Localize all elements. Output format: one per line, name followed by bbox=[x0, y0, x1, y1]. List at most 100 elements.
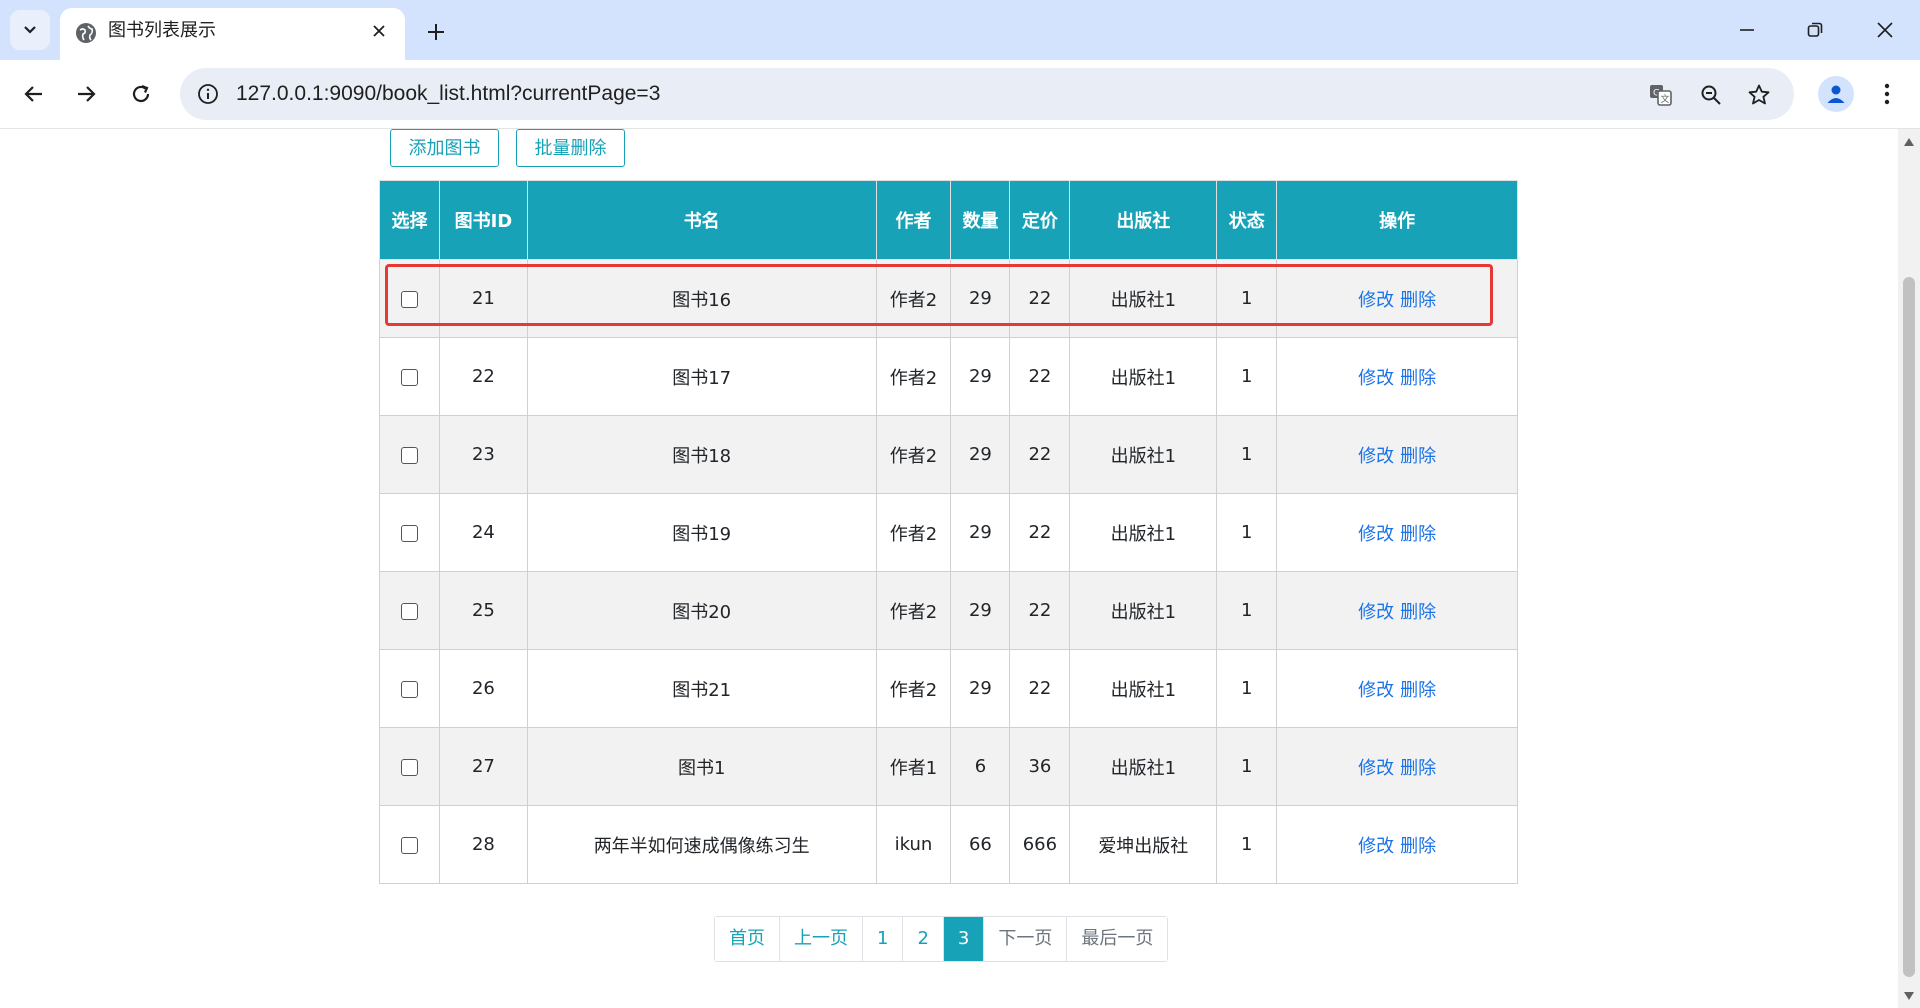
chevron-down-icon bbox=[24, 26, 36, 34]
price-cell: 22 bbox=[1009, 649, 1071, 728]
header-status: 状态 bbox=[1216, 180, 1278, 260]
zoom-button[interactable] bbox=[1696, 80, 1726, 110]
book-name-cell: 图书1 bbox=[526, 727, 877, 806]
table-row: 25 图书20 作者2 29 22 出版社1 1 修改 删除 bbox=[379, 571, 1518, 650]
delete-link[interactable]: 删除 bbox=[1400, 446, 1436, 467]
new-tab-button[interactable] bbox=[418, 14, 454, 50]
book-table: 选择 图书ID 书名 作者 数量 定价 出版社 状态 操作 21 图书16 作者… bbox=[379, 180, 1518, 884]
author-cell: 作者2 bbox=[875, 337, 952, 416]
table-row: 22 图书17 作者2 29 22 出版社1 1 修改 删除 bbox=[379, 337, 1518, 416]
delete-link[interactable]: 删除 bbox=[1400, 680, 1436, 701]
translate-button[interactable]: G文 bbox=[1646, 80, 1676, 110]
close-window-button[interactable] bbox=[1860, 8, 1910, 52]
edit-link[interactable]: 修改 bbox=[1358, 368, 1394, 389]
book-id-cell: 24 bbox=[438, 493, 528, 572]
back-button[interactable] bbox=[14, 74, 54, 114]
row-checkbox[interactable] bbox=[400, 290, 418, 308]
price-cell: 22 bbox=[1009, 493, 1071, 572]
actions-cell: 修改 删除 bbox=[1276, 259, 1518, 338]
select-cell bbox=[379, 259, 440, 338]
bookmark-button[interactable] bbox=[1744, 80, 1774, 110]
actions-cell: 修改 删除 bbox=[1276, 493, 1518, 572]
header-actions: 操作 bbox=[1276, 180, 1518, 260]
page-2-link[interactable]: 2 bbox=[903, 917, 944, 961]
row-checkbox[interactable] bbox=[400, 602, 418, 620]
actions-cell: 修改 删除 bbox=[1276, 649, 1518, 728]
page-next-link[interactable]: 下一页 bbox=[984, 917, 1068, 961]
publisher-cell: 出版社1 bbox=[1069, 649, 1218, 728]
edit-link[interactable]: 修改 bbox=[1358, 758, 1394, 779]
book-name-cell: 图书16 bbox=[526, 259, 877, 338]
table-row: 26 图书21 作者2 29 22 出版社1 1 修改 删除 bbox=[379, 649, 1518, 728]
row-checkbox[interactable] bbox=[400, 680, 418, 698]
select-cell bbox=[379, 571, 440, 650]
forward-button[interactable] bbox=[66, 74, 106, 114]
add-book-button[interactable]: 添加图书 bbox=[390, 129, 499, 167]
pagination: 首页 上一页 1 2 3 下一页 最后一页 bbox=[714, 916, 1169, 962]
translate-icon: G文 bbox=[1650, 85, 1672, 106]
delete-link[interactable]: 删除 bbox=[1400, 290, 1436, 311]
edit-link[interactable]: 修改 bbox=[1358, 602, 1394, 623]
page-3-link-current[interactable]: 3 bbox=[943, 917, 985, 961]
browser-menu-button[interactable] bbox=[1872, 74, 1902, 114]
edit-link[interactable]: 修改 bbox=[1358, 836, 1394, 857]
edit-link[interactable]: 修改 bbox=[1358, 680, 1394, 701]
site-info-button[interactable] bbox=[194, 80, 222, 108]
tab-close-button[interactable] bbox=[367, 19, 391, 43]
page-prev-link[interactable]: 上一页 bbox=[780, 917, 863, 961]
edit-link[interactable]: 修改 bbox=[1358, 290, 1394, 311]
count-cell: 29 bbox=[950, 493, 1011, 572]
status-cell: 1 bbox=[1216, 493, 1278, 572]
price-cell: 22 bbox=[1009, 337, 1071, 416]
edit-link[interactable]: 修改 bbox=[1358, 524, 1394, 545]
page-viewport: 添加图书 批量删除 选择 图书ID 书名 作者 数量 定价 出版社 状态 操作 bbox=[0, 129, 1898, 1008]
status-cell: 1 bbox=[1216, 571, 1278, 650]
book-name-cell: 两年半如何速成偶像练习生 bbox=[526, 805, 877, 884]
browser-tab[interactable]: 图书列表展示 bbox=[60, 8, 405, 60]
select-cell bbox=[379, 649, 440, 728]
reload-button[interactable] bbox=[121, 74, 161, 114]
globe-icon bbox=[76, 23, 96, 43]
batch-delete-button[interactable]: 批量删除 bbox=[516, 129, 625, 167]
close-icon bbox=[373, 25, 385, 37]
delete-link[interactable]: 删除 bbox=[1400, 758, 1436, 779]
url-text[interactable]: 127.0.0.1:9090/book_list.html?currentPag… bbox=[236, 68, 660, 120]
tab-list-button[interactable] bbox=[10, 10, 50, 50]
table-row: 27 图书1 作者1 6 36 出版社1 1 修改 删除 bbox=[379, 727, 1518, 806]
book-id-cell: 21 bbox=[438, 259, 528, 338]
browser-toolbar: 127.0.0.1:9090/book_list.html?currentPag… bbox=[0, 60, 1920, 129]
header-book-id: 图书ID bbox=[438, 180, 528, 260]
status-cell: 1 bbox=[1216, 337, 1278, 416]
status-cell: 1 bbox=[1216, 727, 1278, 806]
minimize-button[interactable] bbox=[1722, 8, 1772, 52]
delete-link[interactable]: 删除 bbox=[1400, 368, 1436, 389]
delete-link[interactable]: 删除 bbox=[1400, 524, 1436, 545]
row-checkbox[interactable] bbox=[400, 368, 418, 386]
row-checkbox[interactable] bbox=[400, 758, 418, 776]
back-arrow-icon bbox=[24, 86, 42, 102]
page-last-link[interactable]: 最后一页 bbox=[1067, 917, 1168, 961]
address-bar[interactable]: 127.0.0.1:9090/book_list.html?currentPag… bbox=[180, 68, 1794, 120]
row-checkbox[interactable] bbox=[400, 524, 418, 542]
vertical-scrollbar[interactable] bbox=[1898, 129, 1920, 1008]
book-name-cell: 图书21 bbox=[526, 649, 877, 728]
status-cell: 1 bbox=[1216, 415, 1278, 494]
page-first-link[interactable]: 首页 bbox=[715, 917, 780, 961]
restore-button[interactable] bbox=[1790, 8, 1840, 52]
author-cell: 作者2 bbox=[875, 415, 952, 494]
profile-button[interactable] bbox=[1818, 76, 1854, 112]
select-cell bbox=[379, 805, 440, 884]
close-icon bbox=[1877, 22, 1893, 38]
count-cell: 29 bbox=[950, 649, 1011, 728]
row-checkbox[interactable] bbox=[400, 836, 418, 854]
delete-link[interactable]: 删除 bbox=[1400, 602, 1436, 623]
actions-cell: 修改 删除 bbox=[1276, 571, 1518, 650]
book-id-cell: 28 bbox=[438, 805, 528, 884]
page-1-link[interactable]: 1 bbox=[863, 917, 904, 961]
scroll-down-button[interactable] bbox=[1902, 989, 1916, 1003]
edit-link[interactable]: 修改 bbox=[1358, 446, 1394, 467]
delete-link[interactable]: 删除 bbox=[1400, 836, 1436, 857]
scroll-up-button[interactable] bbox=[1902, 135, 1916, 149]
scroll-thumb[interactable] bbox=[1903, 277, 1915, 977]
row-checkbox[interactable] bbox=[400, 446, 418, 464]
